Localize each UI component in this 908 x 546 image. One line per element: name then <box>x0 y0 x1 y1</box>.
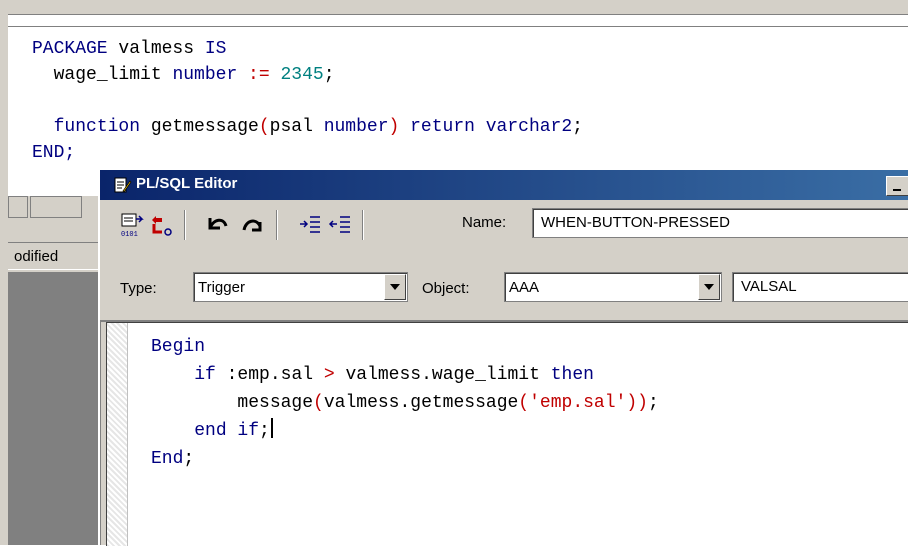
text-caret <box>270 418 273 438</box>
indent-icon[interactable] <box>298 212 322 238</box>
plsql-editor-window: PL/SQL Editor 0101 Name: WHEN-BUTTON-PRE… <box>98 170 908 546</box>
run-icon[interactable] <box>148 212 174 238</box>
background-lower-panel <box>8 272 98 545</box>
semicolon: ; <box>647 393 659 413</box>
name-label: Name: <box>462 214 507 231</box>
item-select[interactable]: VALSAL <box>732 272 908 302</box>
keyword: End <box>151 449 184 469</box>
type-label: Type: <box>120 280 157 297</box>
chevron-down-icon[interactable] <box>698 274 720 300</box>
background-left-strip <box>0 14 8 545</box>
expression: valmess.wage_limit <box>334 365 551 385</box>
window-titlebar[interactable]: PL/SQL Editor <box>100 170 908 200</box>
compile-icon[interactable]: 0101 <box>120 212 144 238</box>
minimize-button[interactable] <box>886 176 908 196</box>
editor-toolbar: 0101 Name: WHEN-BUTTON-PRESSED <box>100 200 908 251</box>
toolbar-separator <box>362 210 364 240</box>
keyword: number <box>323 117 389 137</box>
keyword: END; <box>32 143 76 163</box>
keyword: number <box>172 65 238 85</box>
code-line: END; <box>32 140 583 166</box>
package-spec-code[interactable]: PACKAGE valmess IS wage_limit number := … <box>32 36 583 166</box>
type-select-value: Trigger <box>198 279 245 296</box>
operator: )) <box>626 393 648 413</box>
identifier: valmess <box>107 39 205 59</box>
type-select[interactable]: Trigger <box>193 272 408 302</box>
keyword: if <box>194 365 216 385</box>
operator: ( <box>518 393 530 413</box>
keyword: return <box>410 117 475 137</box>
operator: := <box>237 65 281 85</box>
operator: ( <box>258 117 270 137</box>
background-divider <box>8 26 908 27</box>
keyword: function <box>53 117 141 137</box>
redo-icon[interactable] <box>240 212 266 238</box>
operator: ) <box>388 117 400 137</box>
keyword: PACKAGE <box>32 39 108 59</box>
semicolon: ; <box>323 65 335 85</box>
semicolon: ; <box>183 449 195 469</box>
object-select[interactable]: AAA <box>504 272 722 302</box>
object-select-value: AAA <box>509 279 540 296</box>
function-call: valmess.getmessage <box>323 393 519 413</box>
background-small-button[interactable] <box>8 196 28 218</box>
trigger-code-editor[interactable]: Begin if :emp.sal > valmess.wage_limit t… <box>106 322 908 546</box>
svg-text:0101: 0101 <box>121 231 138 238</box>
identifier: getmessage <box>140 117 259 137</box>
object-label: Object: <box>422 280 470 297</box>
semicolon: ; <box>572 117 583 137</box>
editor-icon <box>114 177 132 193</box>
string-literal: 'emp.sal' <box>529 393 627 413</box>
outdent-icon[interactable] <box>328 212 352 238</box>
window-title: PL/SQL Editor <box>136 175 238 192</box>
identifier: psal <box>269 117 324 137</box>
code-line: wage_limit number := 2345; <box>32 62 583 88</box>
operator: ( <box>313 393 324 413</box>
background-status-label: odified <box>8 242 98 270</box>
toolbar-separator <box>276 210 278 240</box>
operator: > <box>323 365 335 385</box>
identifier: wage_limit <box>53 65 173 85</box>
number-literal: 2345 <box>280 65 324 85</box>
semicolon: ; <box>259 421 270 441</box>
chevron-down-icon[interactable] <box>384 274 406 300</box>
keyword: end if <box>194 421 260 441</box>
editor-gutter <box>107 323 128 546</box>
code-line: PACKAGE valmess IS <box>32 36 583 62</box>
background-top-bar <box>0 0 908 15</box>
toolbar-separator <box>184 210 186 240</box>
function-call: message <box>237 393 314 413</box>
expression: :emp.sal <box>215 365 324 385</box>
background-button[interactable] <box>30 196 82 218</box>
keyword: IS <box>204 39 227 59</box>
keyword: then <box>550 365 594 385</box>
trigger-code[interactable]: Begin if :emp.sal > valmess.wage_limit t… <box>151 333 659 473</box>
code-line: function getmessage(psal number) return … <box>32 114 583 140</box>
type-object-bar: Type: Trigger Object: AAA VALSAL <box>100 250 908 322</box>
keyword: varchar2 <box>485 117 573 137</box>
undo-icon[interactable] <box>204 212 230 238</box>
keyword: Begin <box>151 337 206 357</box>
name-field[interactable]: WHEN-BUTTON-PRESSED <box>532 208 908 238</box>
